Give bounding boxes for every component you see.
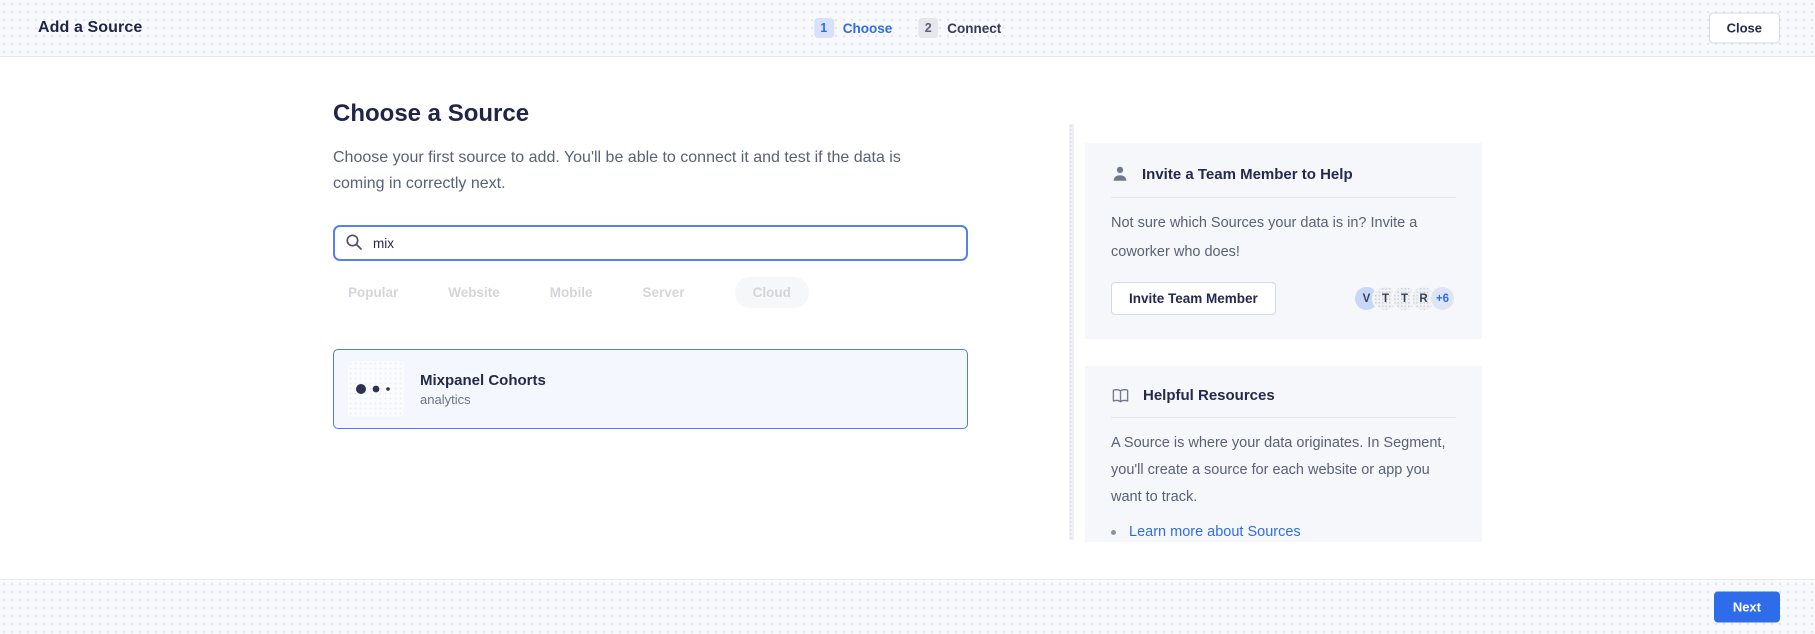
list-item: Learn more about Sources — [1111, 523, 1456, 541]
person-icon — [1111, 165, 1129, 183]
step-number-badge: 1 — [814, 18, 834, 38]
next-button[interactable]: Next — [1714, 592, 1780, 623]
bullet-dot — [1111, 530, 1116, 535]
panel-divider — [1111, 197, 1456, 198]
source-search-input[interactable] — [333, 225, 968, 261]
avatar-overflow-badge: +6 — [1429, 285, 1456, 312]
search-icon — [345, 233, 363, 251]
result-text: Mixpanel Cohorts analytics — [420, 372, 546, 407]
invite-panel-body: Not sure which Sources your data is in? … — [1111, 209, 1456, 267]
tab-popular[interactable]: Popular — [348, 285, 398, 300]
invite-row: Invite Team Member V T T R +6 — [1111, 282, 1456, 315]
step-connect[interactable]: 2 Connect — [918, 18, 1001, 38]
footer-bar: Next — [0, 579, 1815, 634]
resources-panel-body: A Source is where your data originates. … — [1111, 430, 1456, 511]
invite-panel-title: Invite a Team Member to Help — [1142, 166, 1353, 183]
mixpanel-logo-icon — [348, 361, 404, 417]
page-title: Add a Source — [38, 19, 142, 37]
close-button[interactable]: Close — [1709, 13, 1780, 44]
source-result-mixpanel-cohorts[interactable]: Mixpanel Cohorts analytics — [333, 349, 968, 429]
tab-server[interactable]: Server — [643, 285, 685, 300]
main-column: Choose a Source Choose your first source… — [333, 57, 968, 429]
invite-team-member-button[interactable]: Invite Team Member — [1111, 282, 1276, 315]
book-icon — [1111, 387, 1130, 404]
tab-mobile[interactable]: Mobile — [550, 285, 593, 300]
add-source-page: Add a Source 1 Choose 2 Connect Close Ch… — [0, 0, 1815, 634]
invite-panel-header: Invite a Team Member to Help — [1111, 163, 1456, 185]
step-number-badge: 2 — [918, 18, 938, 38]
step-label: Choose — [843, 21, 893, 36]
stepper: 1 Choose 2 Connect — [814, 18, 1002, 38]
resources-panel-header: Helpful Resources — [1111, 384, 1456, 406]
top-bar: Add a Source 1 Choose 2 Connect Close — [0, 0, 1815, 57]
category-tabs: Popular Website Mobile Server Cloud — [348, 277, 968, 308]
search-field-wrap — [333, 225, 968, 261]
section-description: Choose your first source to add. You'll … — [333, 145, 919, 197]
team-avatar-stack: V T T R +6 — [1353, 285, 1456, 312]
result-subtitle: analytics — [420, 392, 546, 407]
step-choose[interactable]: 1 Choose — [814, 18, 893, 38]
help-sidebar: Invite a Team Member to Help Not sure wh… — [1085, 143, 1482, 542]
content-divider — [1069, 124, 1074, 540]
result-title: Mixpanel Cohorts — [420, 372, 546, 389]
learn-more-sources-link[interactable]: Learn more about Sources — [1129, 524, 1301, 540]
step-label: Connect — [947, 21, 1001, 36]
tab-website[interactable]: Website — [448, 285, 500, 300]
helpful-resources-panel: Helpful Resources A Source is where your… — [1085, 366, 1482, 542]
content-area: Choose a Source Choose your first source… — [0, 57, 1815, 579]
tab-cloud[interactable]: Cloud — [735, 277, 809, 308]
resources-panel-title: Helpful Resources — [1143, 387, 1275, 404]
panel-divider — [1111, 417, 1456, 418]
section-heading: Choose a Source — [333, 100, 968, 128]
invite-team-panel: Invite a Team Member to Help Not sure wh… — [1085, 143, 1482, 339]
resources-link-list: Learn more about Sources — [1111, 523, 1456, 541]
